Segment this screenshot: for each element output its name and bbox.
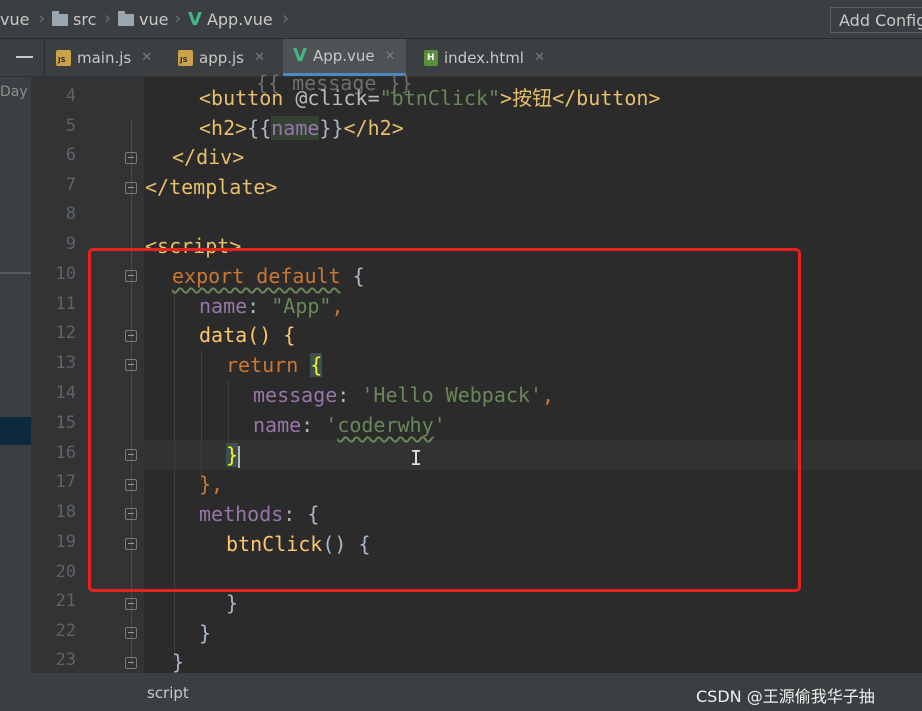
code-token: {{ <box>247 116 272 140</box>
navigation-breadcrumb: vue › src › vue › V App.vue › Add Config <box>0 0 922 39</box>
line-number[interactable]: 8 <box>32 204 76 224</box>
tab-label: main.js <box>77 48 132 67</box>
fold-marker-icon[interactable] <box>125 657 137 669</box>
line-number[interactable]: 6 <box>32 145 76 165</box>
line-number[interactable]: 7 <box>32 175 76 195</box>
line-number[interactable]: 10 <box>32 264 76 284</box>
fold-marker-icon[interactable] <box>125 152 137 164</box>
code-token: >按钮</button> <box>500 86 661 110</box>
divider <box>0 272 31 274</box>
fold-marker-icon[interactable] <box>125 182 137 194</box>
code-line-4: <button @click="btnClick">按钮</button> <box>199 83 660 113</box>
js-file-icon <box>56 49 71 66</box>
watermark: CSDN @王源偷我华子抽 <box>696 687 875 706</box>
collapse-icon[interactable] <box>16 56 33 58</box>
vue-file-icon: V <box>188 8 202 30</box>
code-token: </h2> <box>343 116 404 140</box>
breadcrumb-item-vue[interactable]: vue <box>118 10 168 29</box>
js-file-icon <box>178 49 193 66</box>
code-token: <button <box>199 86 296 110</box>
breadcrumb-item-app-vue[interactable]: V App.vue <box>188 10 273 29</box>
close-icon[interactable]: ✕ <box>254 50 265 65</box>
code-line-6: </div> <box>172 145 245 169</box>
close-icon[interactable]: ✕ <box>385 49 396 64</box>
divider <box>44 39 45 76</box>
code-line-5: <h2>{{name}}</h2> <box>199 113 404 143</box>
line-number[interactable]: 12 <box>32 323 76 343</box>
breadcrumb-item-root[interactable]: vue <box>0 10 29 29</box>
close-icon[interactable]: ✕ <box>141 50 152 65</box>
folder-icon <box>52 10 68 26</box>
breadcrumb-item-src[interactable]: src <box>52 10 96 29</box>
vue-file-icon: V <box>293 45 307 66</box>
annotation-highlight-box <box>88 248 801 592</box>
breadcrumb-separator: › <box>38 8 46 29</box>
tab-index-html[interactable]: index.html ✕ <box>424 39 545 76</box>
line-number[interactable]: 5 <box>32 116 76 136</box>
breadcrumb-label: vue <box>0 10 30 29</box>
tab-label: app.js <box>199 48 244 67</box>
status-breadcrumb[interactable]: script <box>147 684 189 702</box>
project-panel[interactable]: Day 05 <box>0 77 32 711</box>
breadcrumb-label: App.vue <box>206 10 273 29</box>
code-token: name <box>271 116 320 140</box>
line-number[interactable]: 23 <box>32 650 76 670</box>
fold-marker-icon[interactable] <box>125 627 137 639</box>
code-line-7: </template> <box>145 175 278 199</box>
line-number[interactable]: 14 <box>32 383 76 403</box>
breadcrumb-separator: › <box>174 8 182 29</box>
project-selected-item[interactable] <box>0 417 31 445</box>
breadcrumb-label: src <box>73 10 97 29</box>
code-line-22: } <box>199 621 212 645</box>
code-token: }} <box>319 116 344 140</box>
code-line-21: } <box>226 591 239 615</box>
line-number[interactable]: 11 <box>32 294 76 314</box>
code-token: @click= <box>295 86 380 110</box>
tab-app-js[interactable]: app.js ✕ <box>178 39 265 76</box>
line-number[interactable]: 16 <box>32 443 76 463</box>
line-number[interactable]: 13 <box>32 353 76 373</box>
line-number[interactable]: 17 <box>32 472 76 492</box>
line-number[interactable]: 9 <box>32 234 76 254</box>
folder-icon <box>118 10 134 26</box>
line-number[interactable]: 20 <box>32 562 76 582</box>
breadcrumb-separator: › <box>104 8 112 29</box>
line-number[interactable]: 22 <box>32 621 76 641</box>
line-number[interactable]: 18 <box>32 502 76 522</box>
line-number[interactable]: 15 <box>32 413 76 433</box>
line-number[interactable]: 19 <box>32 532 76 552</box>
code-token: "btnClick" <box>379 86 501 110</box>
html-file-icon <box>424 49 438 66</box>
editor-tab-bar: main.js ✕ app.js ✕ V App.vue ✕ index.htm… <box>0 39 922 77</box>
add-configuration-button[interactable]: Add Config <box>830 7 922 33</box>
project-panel-label: Day 05 <box>0 84 31 100</box>
tab-label: index.html <box>444 48 524 67</box>
line-number[interactable]: 4 <box>32 86 76 106</box>
breadcrumb-label: vue <box>139 10 169 29</box>
fold-marker-icon[interactable] <box>125 598 137 610</box>
breadcrumb-separator: › <box>282 8 290 29</box>
close-icon[interactable]: ✕ <box>534 50 545 65</box>
code-token: <h2> <box>199 116 248 140</box>
line-number[interactable]: 21 <box>32 591 76 611</box>
tab-main-js[interactable]: main.js ✕ <box>56 39 152 76</box>
tab-label: App.vue <box>312 47 375 65</box>
